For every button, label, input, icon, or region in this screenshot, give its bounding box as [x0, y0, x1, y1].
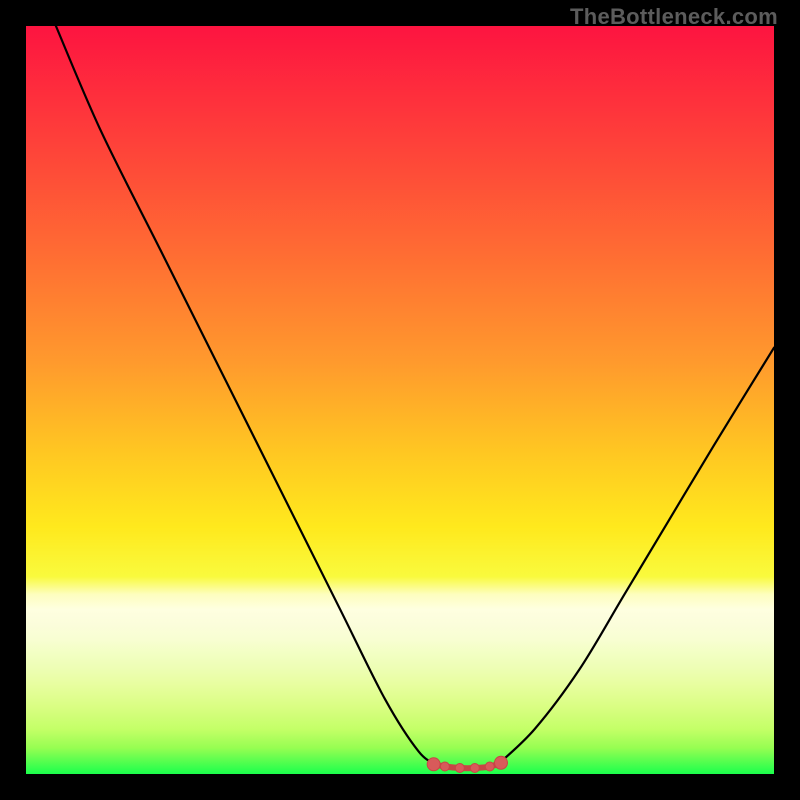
chart-svg — [26, 26, 774, 774]
marker-end-dot — [494, 756, 507, 769]
marker-dot — [470, 764, 479, 773]
curve-right-branch — [497, 348, 774, 765]
marker-dot — [485, 762, 494, 771]
marker-dot — [455, 764, 464, 773]
curve-left-branch — [56, 26, 437, 765]
marker-end-dot — [427, 758, 440, 771]
chart-frame: TheBottleneck.com — [0, 0, 800, 800]
bottom-marker-cluster — [427, 756, 507, 772]
marker-dot — [440, 762, 449, 771]
